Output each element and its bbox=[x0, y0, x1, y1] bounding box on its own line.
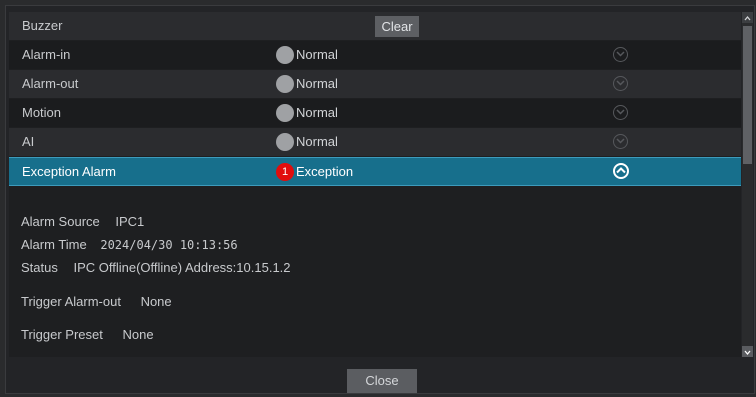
alarm-row-exception[interactable]: Exception Alarm 1 Exception bbox=[9, 157, 741, 186]
status-dot-icon bbox=[276, 46, 294, 64]
alarm-row-alarm-in[interactable]: Alarm-in Normal bbox=[9, 41, 741, 69]
status-value: IPC Offline(Offline) Address:10.15.1.2 bbox=[73, 260, 291, 275]
alarm-source-line: Alarm Source IPC1 bbox=[21, 214, 144, 229]
row-label: Exception Alarm bbox=[22, 164, 116, 179]
alarm-time-value: 2024/04/30 10:13:56 bbox=[100, 238, 238, 252]
buzzer-label: Buzzer bbox=[22, 18, 63, 33]
chevron-down-icon[interactable] bbox=[613, 47, 628, 62]
status-label: Status bbox=[21, 260, 58, 275]
alarm-row-alarm-out[interactable]: Alarm-out Normal bbox=[9, 70, 741, 98]
trigger-alarm-out-label: Trigger Alarm-out bbox=[21, 294, 121, 309]
chevron-down-icon[interactable] bbox=[613, 76, 628, 91]
row-label: AI bbox=[22, 134, 35, 149]
chevron-up-icon[interactable] bbox=[613, 163, 629, 179]
alarm-list-panel: Buzzer Clear Alarm-in Normal Alarm-out N… bbox=[9, 12, 741, 357]
row-status: Normal bbox=[296, 47, 338, 62]
row-status: Normal bbox=[296, 134, 338, 149]
clear-button[interactable]: Clear bbox=[375, 16, 419, 37]
alarm-status-dialog: Buzzer Clear Alarm-in Normal Alarm-out N… bbox=[5, 5, 755, 394]
scroll-thumb[interactable] bbox=[743, 26, 752, 164]
status-dot-icon bbox=[276, 75, 294, 93]
exception-count-badge: 1 bbox=[276, 163, 294, 181]
alarm-time-line: Alarm Time 2024/04/30 10:13:56 bbox=[21, 237, 238, 252]
trigger-alarm-out-line: Trigger Alarm-out None bbox=[21, 294, 172, 309]
alarm-time-label: Alarm Time bbox=[21, 237, 87, 252]
row-label: Motion bbox=[22, 105, 62, 120]
alarm-source-label: Alarm Source bbox=[21, 214, 100, 229]
trigger-preset-line: Trigger Preset None bbox=[21, 327, 154, 342]
close-button[interactable]: Close bbox=[347, 369, 417, 393]
row-status: Normal bbox=[296, 105, 338, 120]
alarm-row-ai[interactable]: AI Normal bbox=[9, 128, 741, 156]
alarm-source-value: IPC1 bbox=[115, 214, 145, 229]
row-label: Alarm-in bbox=[22, 47, 71, 62]
trigger-preset-value: None bbox=[122, 327, 154, 342]
status-dot-icon bbox=[276, 104, 294, 122]
trigger-preset-label: Trigger Preset bbox=[21, 327, 103, 342]
buzzer-row: Buzzer Clear bbox=[9, 12, 741, 40]
scroll-down-icon[interactable] bbox=[742, 346, 753, 357]
chevron-down-icon[interactable] bbox=[613, 134, 628, 149]
row-status: Exception bbox=[296, 164, 354, 179]
chevron-down-icon[interactable] bbox=[613, 105, 628, 120]
vertical-scrollbar[interactable] bbox=[742, 12, 753, 357]
row-label: Alarm-out bbox=[22, 76, 79, 91]
row-status: Normal bbox=[296, 76, 338, 91]
scroll-up-icon[interactable] bbox=[742, 12, 753, 23]
alarm-row-motion[interactable]: Motion Normal bbox=[9, 99, 741, 127]
status-line: Status IPC Offline(Offline) Address:10.1… bbox=[21, 260, 291, 275]
trigger-alarm-out-value: None bbox=[140, 294, 172, 309]
status-dot-icon bbox=[276, 133, 294, 151]
